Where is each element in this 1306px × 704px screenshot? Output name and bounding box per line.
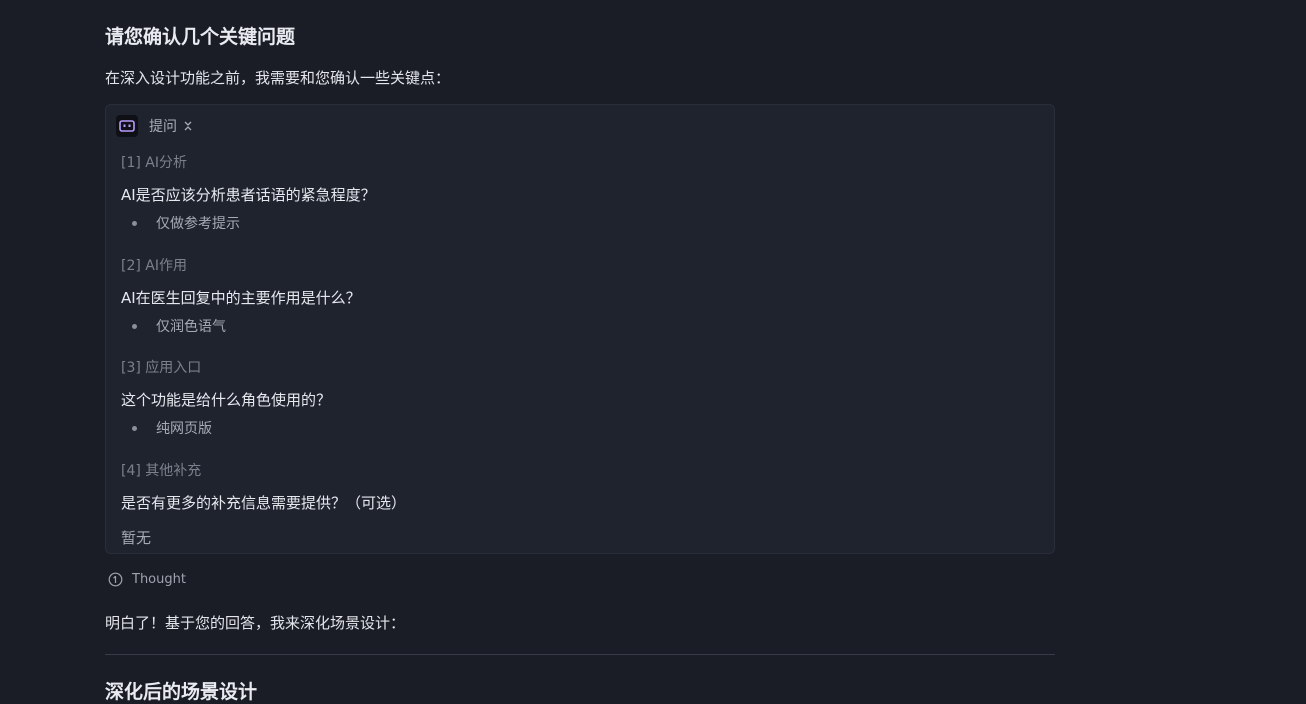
bullet-icon [132,323,137,329]
thought-label: Thought [132,572,186,587]
question-answer-text: 仅润色语气 [156,319,226,335]
question-text: AI是否应该分析患者话语的紧急程度？ [121,186,376,204]
question-text: 这个功能是给什么角色使用的？ [121,391,332,409]
thought-toggle[interactable]: Thought [108,572,186,587]
question-answer: 纯网页版 [132,418,212,438]
question-text: 是否有更多的补充信息需要提供？（可选） [121,494,407,512]
question-answer-text: 仅做参考提示 [156,216,240,232]
bullet-icon [132,425,137,431]
bullet-icon [132,220,137,226]
question-answer: 仅润色语气 [132,316,226,336]
question-answer-text: 暂无 [121,529,152,547]
question-text: AI在医生回复中的主要作用是什么？ [121,289,361,307]
section-heading: 深化后的场景设计 [105,681,258,703]
bot-icon [116,115,138,137]
chevron-collapse-icon[interactable] [184,120,194,132]
reply-text: 明白了！基于您的回答，我来深化场景设计： [105,614,406,632]
question-card-title: 提问 [149,119,177,135]
message-heading: 请您确认几个关键问题 [105,26,296,48]
question-tag: [3] 应用入口 [121,360,202,376]
divider [105,654,1055,655]
question-answer: 仅做参考提示 [132,213,240,233]
question-tag: [1] AI分析 [121,155,187,171]
question-card: 提问 [1] AI分析 AI是否应该分析患者话语的紧急程度？ 仅做参考提示 [2… [105,104,1055,554]
question-answer-text: 纯网页版 [156,421,212,437]
question-tag: [2] AI作用 [121,258,187,274]
message-intro: 在深入设计功能之前，我需要和您确认一些关键点： [105,69,451,87]
question-card-header[interactable]: 提问 [116,115,194,137]
question-tag: [4] 其他补充 [121,463,202,479]
info-circle-icon [108,572,123,587]
